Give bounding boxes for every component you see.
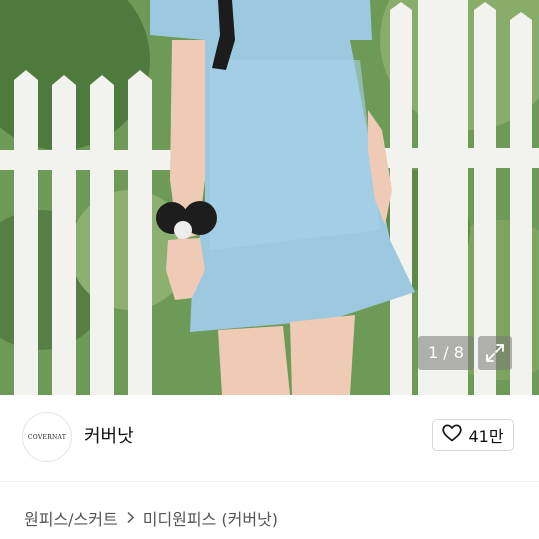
expand-icon [484, 342, 506, 364]
breadcrumb-current[interactable]: 미디원피스 (커버낫) [143, 506, 278, 530]
shop-name[interactable]: 커버낫 [84, 422, 134, 448]
image-counter: 1 / 8 [418, 336, 474, 370]
expand-button[interactable] [478, 336, 512, 370]
breadcrumb: 원피스/스커트 미디원피스 (커버낫) [24, 506, 278, 530]
shop-logo[interactable]: COVERNAT [22, 412, 72, 462]
product-image[interactable]: 1 / 8 [0, 0, 539, 395]
section-divider [0, 481, 539, 482]
like-count: 41만 [468, 427, 504, 446]
shop-logo-text: COVERNAT [27, 433, 67, 441]
breadcrumb-category[interactable]: 원피스/스커트 [24, 506, 118, 530]
chevron-right-icon [126, 509, 135, 528]
like-button[interactable]: 41만 [432, 419, 514, 451]
heart-icon [442, 424, 463, 446]
shop-info: COVERNAT 커버낫 41만 [0, 395, 539, 481]
